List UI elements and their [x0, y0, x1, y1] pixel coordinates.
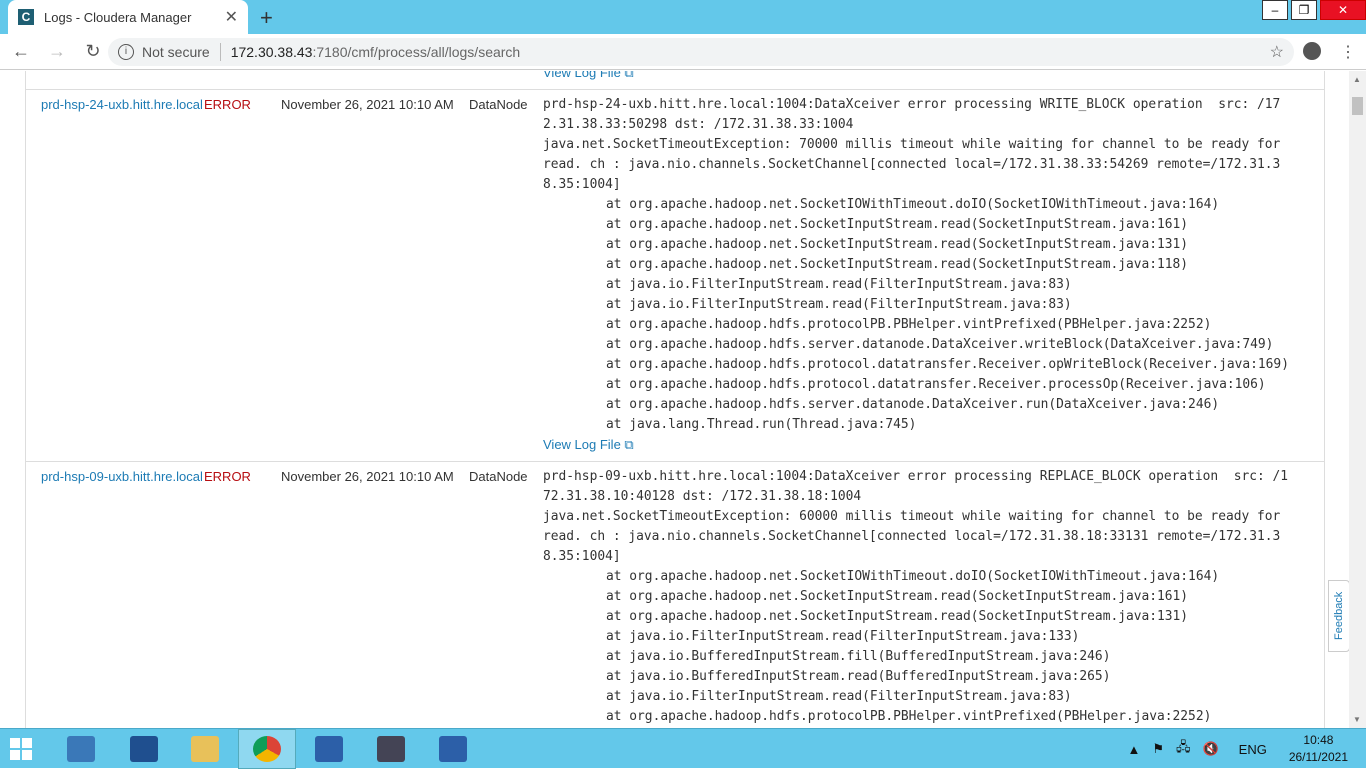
browser-titlebar: C Logs - Cloudera Manager ✕ + – ❐ ✕: [0, 0, 1366, 34]
feedback-button[interactable]: Feedback: [1328, 580, 1350, 652]
close-window-button[interactable]: ✕: [1320, 0, 1366, 20]
network-icon[interactable]: 🖧: [1176, 738, 1191, 760]
stack-line: at java.io.BufferedInputStream.fill(Buff…: [606, 649, 1111, 664]
tab-close-icon[interactable]: ✕: [225, 7, 238, 27]
view-log-file-link[interactable]: View Log File ⧉: [543, 435, 1293, 455]
volume-muted-icon[interactable]: 🔇: [1202, 741, 1218, 757]
stack-trace: at org.apache.hadoop.net.SocketIOWithTim…: [543, 567, 1293, 727]
log-level: ERROR: [204, 97, 251, 112]
remote-desktop-icon[interactable]: [300, 729, 358, 769]
url-host: 172.30.38.43: [230, 44, 313, 60]
show-hidden-icons-icon[interactable]: ▲: [1127, 742, 1140, 757]
address-bar[interactable]: i Not secure 172.30.38.43:7180/cmf/proce…: [108, 38, 1294, 66]
stack-line: at org.apache.hadoop.hdfs.protocolPB.PBH…: [606, 317, 1212, 332]
clock[interactable]: 10:48 26/11/2021: [1289, 732, 1348, 766]
clock-date: 26/11/2021: [1288, 750, 1348, 764]
view-log-file-link[interactable]: View Log File ⧉: [543, 71, 634, 83]
url-path: :7180/cmf/process/all/logs/search: [312, 44, 521, 60]
log-time: November 26, 2021 10:10 AM: [281, 469, 454, 484]
restore-button[interactable]: ❐: [1291, 0, 1317, 20]
system-tray: ▲ ⚑ 🖧 🔇 ENG 10:48 26/11/2021: [1115, 729, 1366, 769]
log-results: View Log File ⧉ prd-hsp-24-uxb.hitt.hre.…: [0, 71, 1349, 728]
page-scrollbar[interactable]: ▲ ▼: [1349, 71, 1366, 728]
stack-line: at org.apache.hadoop.net.SocketIOWithTim…: [606, 197, 1220, 212]
browser-toolbar: ← → ↻ i Not secure 172.30.38.43:7180/cmf…: [0, 34, 1366, 70]
cloudera-favicon-icon: C: [18, 9, 34, 25]
stack-line: at org.apache.hadoop.hdfs.server.datanod…: [606, 397, 1220, 412]
bookmark-star-icon[interactable]: ☆: [1270, 42, 1284, 62]
forward-button[interactable]: →: [42, 41, 72, 62]
server-manager-icon[interactable]: [52, 729, 110, 769]
new-tab-button[interactable]: +: [260, 5, 273, 31]
log-role: DataNode: [469, 97, 528, 112]
divider: [219, 43, 221, 61]
info-icon[interactable]: i: [118, 44, 134, 60]
remote-desktop-icon[interactable]: [424, 729, 482, 769]
host-link[interactable]: prd-hsp-09-uxb.hitt.hre.local: [26, 467, 204, 727]
log-table: View Log File ⧉ prd-hsp-24-uxb.hitt.hre.…: [25, 71, 1325, 728]
stack-trace: at org.apache.hadoop.net.SocketIOWithTim…: [543, 195, 1293, 435]
stack-line: at java.io.FilterInputStream.read(Filter…: [606, 689, 1072, 704]
log-message: prd-hsp-24-uxb.hitt.hre.local:1004:DataX…: [543, 95, 1293, 455]
windows-start-icon[interactable]: [10, 738, 32, 760]
minimize-button[interactable]: –: [1262, 0, 1288, 20]
stack-line: at org.apache.hadoop.net.SocketInputStre…: [606, 609, 1189, 624]
stack-line: at java.lang.Thread.run(Thread.java:745): [606, 417, 917, 432]
table-row: prd-hsp-09-uxb.hitt.hre.local ERROR Nove…: [26, 461, 1324, 728]
powershell-icon[interactable]: [115, 729, 173, 769]
log-role: DataNode: [469, 469, 528, 484]
account-icon[interactable]: [1303, 42, 1321, 60]
security-label: Not secure: [142, 44, 210, 60]
stack-line: at org.apache.hadoop.net.SocketIOWithTim…: [606, 569, 1220, 584]
stack-line: at java.io.BufferedInputStream.read(Buff…: [606, 669, 1111, 684]
log-level: ERROR: [204, 469, 251, 484]
browser-tab[interactable]: C Logs - Cloudera Manager ✕: [8, 0, 248, 34]
stack-line: at java.io.FilterInputStream.read(Filter…: [606, 277, 1072, 292]
stack-line: at org.apache.hadoop.net.SocketInputStre…: [606, 257, 1189, 272]
log-message: prd-hsp-09-uxb.hitt.hre.local:1004:DataX…: [543, 467, 1293, 727]
windows-taskbar: ▲ ⚑ 🖧 🔇 ENG 10:48 26/11/2021: [0, 728, 1366, 769]
host-link[interactable]: prd-hsp-24-uxb.hitt.hre.local: [26, 95, 204, 455]
stack-line: at org.apache.hadoop.hdfs.server.datanod…: [606, 337, 1274, 352]
stack-line: at java.io.FilterInputStream.read(Filter…: [606, 629, 1080, 644]
table-row: prd-hsp-24-uxb.hitt.hre.local ERROR Nove…: [26, 89, 1324, 461]
action-center-flag-icon[interactable]: ⚑: [1152, 741, 1164, 757]
stack-line: at org.apache.hadoop.net.SocketInputStre…: [606, 217, 1189, 232]
stack-line: at org.apache.hadoop.hdfs.protocol.datat…: [606, 357, 1289, 372]
stack-line: at org.apache.hadoop.net.SocketInputStre…: [606, 589, 1189, 604]
stack-line: at org.apache.hadoop.net.SocketInputStre…: [606, 237, 1189, 252]
file-explorer-icon[interactable]: [176, 729, 234, 769]
scroll-up-icon[interactable]: ▲: [1353, 75, 1361, 84]
language-indicator[interactable]: ENG: [1239, 742, 1267, 757]
message-text: prd-hsp-09-uxb.hitt.hre.local:1004:DataX…: [543, 469, 1289, 564]
table-row: View Log File ⧉: [26, 71, 1324, 89]
log-time: November 26, 2021 10:10 AM: [281, 97, 454, 112]
chrome-icon[interactable]: [238, 729, 296, 769]
scrollbar-thumb[interactable]: [1352, 97, 1363, 115]
view-log-label: View Log File: [543, 71, 621, 80]
back-button[interactable]: ←: [6, 41, 36, 62]
browser-menu-icon[interactable]: ⋮: [1340, 42, 1356, 62]
view-log-label: View Log File: [543, 437, 621, 452]
scroll-down-icon[interactable]: ▼: [1353, 715, 1361, 724]
clock-time: 10:48: [1303, 733, 1334, 747]
reload-button[interactable]: ↻: [78, 41, 108, 62]
stack-line: at java.io.FilterInputStream.read(Filter…: [606, 297, 1072, 312]
network-lock-icon[interactable]: [362, 729, 420, 769]
stack-line: at org.apache.hadoop.hdfs.protocol.datat…: [606, 377, 1266, 392]
tab-title: Logs - Cloudera Manager: [44, 9, 192, 25]
stack-line: at org.apache.hadoop.hdfs.protocolPB.PBH…: [606, 709, 1212, 724]
message-text: prd-hsp-24-uxb.hitt.hre.local:1004:DataX…: [543, 97, 1281, 192]
